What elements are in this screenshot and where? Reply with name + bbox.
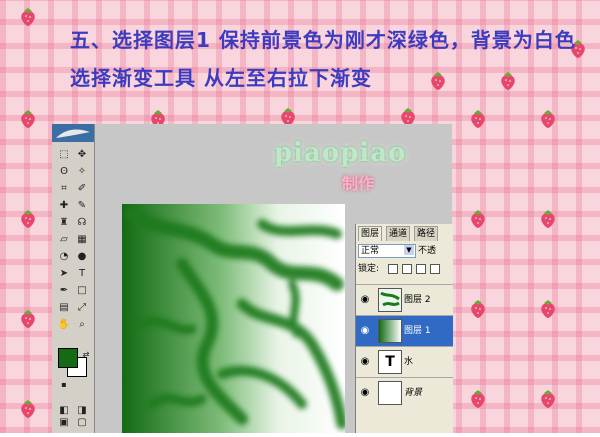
eye-icon[interactable]: ◉ — [358, 386, 372, 400]
swap-colors-icon[interactable]: ⇄ — [78, 348, 94, 362]
chevron-down-icon[interactable]: ▼ — [404, 245, 414, 255]
zoom-icon[interactable]: ⌕ — [74, 318, 90, 332]
layer-name: 背景 — [404, 388, 423, 398]
dodge-icon[interactable]: ● — [74, 250, 90, 264]
lock-position-checkbox[interactable] — [416, 264, 426, 274]
crop-icon[interactable]: ⌗ — [56, 182, 72, 196]
layer-row-background[interactable]: ◉ 背景 — [356, 377, 453, 408]
lock-label: 锁定: — [358, 264, 380, 274]
document-canvas[interactable] — [122, 204, 348, 433]
magic-wand-icon[interactable]: ✧ — [74, 165, 90, 179]
type-layer-icon: T — [378, 350, 402, 374]
tutorial-caption-line-2: 选择渐变工具 从左至右拉下渐变 — [70, 66, 372, 90]
blend-row: 正常 ▼ 不透 — [358, 244, 451, 258]
layer-name: 水 — [404, 357, 414, 367]
photoshop-screenshot: ⬚ ✥ ʘ ✧ ⌗ ✐ ✚ ✎ ♜ ☊ ▱ ▦ ◔ ● ➤ T ✒ □ ▤ ⤢ ✋ ⌕ ⇄ ▪ ◧ ◨ ▣ ▢ piaop… — [52, 124, 453, 433]
history-brush-icon[interactable]: ☊ — [74, 216, 90, 230]
layer-row-text[interactable]: ◉ T 水 — [356, 346, 453, 377]
opacity-label: 不透 — [418, 246, 437, 256]
brush-icon[interactable]: ✎ — [74, 199, 90, 213]
default-colors-icon[interactable]: ▪ — [56, 378, 72, 392]
eye-icon[interactable]: ◉ — [358, 324, 372, 338]
layer-name: 图层 1 — [404, 326, 431, 336]
type-icon[interactable]: T — [74, 267, 90, 281]
lock-all-checkbox[interactable] — [430, 264, 440, 274]
stamp-icon[interactable]: ♜ — [56, 216, 72, 230]
layer-name: 图层 2 — [404, 295, 431, 305]
screen-mode-icon[interactable]: ▣ — [56, 416, 72, 430]
watermark-tag: 制作 — [342, 174, 375, 193]
lock-pixels-checkbox[interactable] — [402, 264, 412, 274]
layer-row-layer-2[interactable]: ◉ 图层 2 — [356, 284, 453, 315]
eye-icon[interactable]: ◉ — [358, 293, 372, 307]
tab-paths[interactable]: 路径 — [414, 226, 439, 241]
lock-transparency-checkbox[interactable] — [388, 264, 398, 274]
gradient-thumbnail-icon — [379, 320, 401, 342]
feather-icon — [56, 129, 90, 138]
eyedropper-icon[interactable]: ⤢ — [74, 301, 90, 315]
lock-row: 锁定: — [358, 262, 451, 276]
shape-icon[interactable]: □ — [74, 284, 90, 298]
blend-mode-value: 正常 — [361, 246, 380, 256]
full-screen-icon[interactable]: ▢ — [74, 416, 90, 430]
eraser-icon[interactable]: ▱ — [56, 233, 72, 247]
marquee-icon[interactable]: ⬚ — [56, 148, 72, 162]
path-select-icon[interactable]: ➤ — [56, 267, 72, 281]
move-icon[interactable]: ✥ — [74, 148, 90, 162]
cloud-thumbnail-icon — [379, 289, 401, 311]
healing-icon[interactable]: ✚ — [56, 199, 72, 213]
layers-panel: 图层 通道 路径 正常 ▼ 不透 锁定: ◉ 图层 2 ◉ 图层 1 ◉ T 水… — [355, 224, 453, 433]
tab-channels[interactable]: 通道 — [386, 226, 411, 241]
tab-layers[interactable]: 图层 — [358, 226, 383, 241]
gradient-icon[interactable]: ▦ — [74, 233, 90, 247]
layers-panel-tabs: 图层 通道 路径 — [356, 226, 453, 241]
layer-thumbnail — [378, 319, 402, 343]
watermark-name: piaopiao — [274, 138, 407, 168]
slice-icon[interactable]: ✐ — [74, 182, 90, 196]
notes-icon[interactable]: ▤ — [56, 301, 72, 315]
hand-icon[interactable]: ✋ — [56, 318, 72, 332]
toolbox-header[interactable] — [52, 124, 94, 142]
layer-thumbnail — [378, 288, 402, 312]
toolbox: ⬚ ✥ ʘ ✧ ⌗ ✐ ✚ ✎ ♜ ☊ ▱ ▦ ◔ ● ➤ T ✒ □ ▤ ⤢ ✋ ⌕ ⇄ ▪ ◧ ◨ ▣ ▢ — [52, 124, 95, 433]
lasso-icon[interactable]: ʘ — [56, 165, 72, 179]
foreground-color-swatch[interactable] — [58, 348, 78, 368]
eye-icon[interactable]: ◉ — [358, 355, 372, 369]
gradient-clouds-canvas — [122, 204, 348, 433]
tutorial-caption-line-1: 五、选择图层1 保持前景色为刚才深绿色，背景为白色 — [70, 28, 576, 52]
layer-row-layer-1[interactable]: ◉ 图层 1 — [356, 315, 453, 346]
blur-icon[interactable]: ◔ — [56, 250, 72, 264]
layer-thumbnail — [378, 381, 402, 405]
pen-icon[interactable]: ✒ — [56, 284, 72, 298]
